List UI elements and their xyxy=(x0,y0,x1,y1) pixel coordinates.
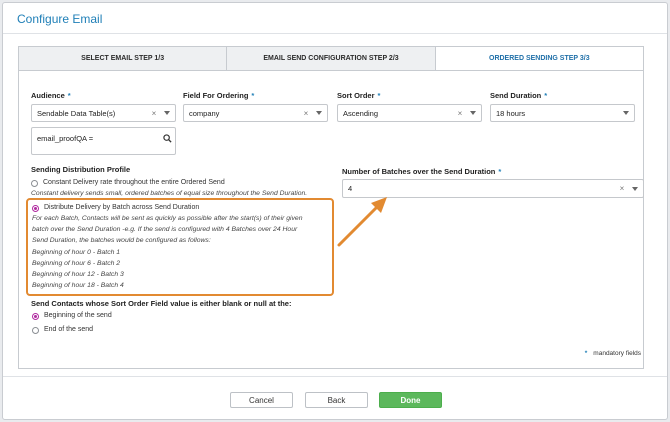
mandatory-fields-note: * mandatory fields xyxy=(584,350,641,357)
search-icon[interactable] xyxy=(159,134,175,143)
chevron-down-icon[interactable] xyxy=(159,111,175,115)
audience-value: Sendable Data Table(s) xyxy=(37,108,116,118)
distribution-heading: Sending Distribution Profile xyxy=(31,165,131,174)
batch-schedule-line: Beginning of hour 18 - Batch 4 xyxy=(32,282,124,289)
annotation-arrow-icon xyxy=(337,197,387,247)
send-duration-select[interactable]: 18 hours xyxy=(490,104,635,122)
title-divider xyxy=(3,33,667,34)
ordering-select[interactable]: company × xyxy=(183,104,328,122)
cancel-button[interactable]: Cancel xyxy=(230,392,293,408)
audience-label: Audience * xyxy=(31,91,71,100)
send-duration-value: 18 hours xyxy=(496,108,526,118)
end-of-send-radio[interactable] xyxy=(32,327,39,334)
clear-icon[interactable]: × xyxy=(617,184,627,193)
tab-send-configuration[interactable]: EMAIL SEND CONFIGURATION STEP 2/3 xyxy=(227,47,436,70)
constant-delivery-label: Constant Delivery rate throughout the en… xyxy=(43,179,225,186)
batches-label: Number of Batches over the Send Duration… xyxy=(342,167,502,176)
chevron-down-icon[interactable] xyxy=(465,111,481,115)
step-tabs: SELECT EMAIL STEP 1/3 EMAIL SEND CONFIGU… xyxy=(18,46,644,71)
chevron-down-icon[interactable] xyxy=(618,111,634,115)
clear-icon[interactable]: × xyxy=(149,109,159,118)
ordering-value: company xyxy=(189,108,220,118)
clear-icon[interactable]: × xyxy=(455,109,465,118)
batch-desc-line: batch over the Send Duration -e.g. If th… xyxy=(32,226,298,233)
beginning-of-send-radio[interactable] xyxy=(32,313,39,320)
email-filter-value: email_proofQA = xyxy=(37,134,94,143)
batch-schedule-line: Beginning of hour 12 - Batch 3 xyxy=(32,271,124,278)
constant-delivery-description: Constant delivery sends small, ordered b… xyxy=(31,190,308,197)
batches-value: 4 xyxy=(348,184,353,193)
batch-desc-line: Send Duration, the batches would be conf… xyxy=(32,237,211,244)
configure-email-dialog: Configure Email SELECT EMAIL STEP 1/3 EM… xyxy=(2,2,668,420)
tab-ordered-sending[interactable]: ORDERED SENDING STEP 3/3 xyxy=(435,47,643,70)
chevron-down-icon[interactable] xyxy=(627,186,643,191)
sort-order-value: Ascending xyxy=(343,108,379,118)
distribute-by-batch-radio[interactable] xyxy=(32,205,39,212)
done-button[interactable]: Done xyxy=(379,392,442,408)
back-button[interactable]: Back xyxy=(305,392,368,408)
distribute-by-batch-label: Distribute Delivery by Batch across Send… xyxy=(44,204,200,211)
sort-order-select[interactable]: Ascending × xyxy=(337,104,482,122)
tab-select-email[interactable]: SELECT EMAIL STEP 1/3 xyxy=(19,47,228,70)
audience-select[interactable]: Sendable Data Table(s) × xyxy=(31,104,176,122)
dialog-title: Configure Email xyxy=(17,12,103,26)
chevron-down-icon[interactable] xyxy=(311,111,327,115)
ordering-label: Field For Ordering * xyxy=(183,91,255,100)
clear-icon[interactable]: × xyxy=(301,109,311,118)
batch-schedule-line: Beginning of hour 0 - Batch 1 xyxy=(32,249,121,256)
send-duration-label: Send Duration * xyxy=(490,91,548,100)
constant-delivery-radio[interactable] xyxy=(31,180,38,187)
footer-divider xyxy=(3,376,667,377)
beginning-of-send-label: Beginning of the send xyxy=(44,312,112,319)
email-filter-field[interactable]: email_proofQA = xyxy=(31,127,176,155)
end-of-send-label: End of the send xyxy=(44,326,94,333)
batch-schedule-line: Beginning of hour 6 - Batch 2 xyxy=(32,260,121,267)
blank-handling-heading: Send Contacts whose Sort Order Field val… xyxy=(31,299,292,308)
batch-desc-line: For each Batch, Contacts will be sent as… xyxy=(32,215,303,222)
sort-order-label: Sort Order * xyxy=(337,91,381,100)
